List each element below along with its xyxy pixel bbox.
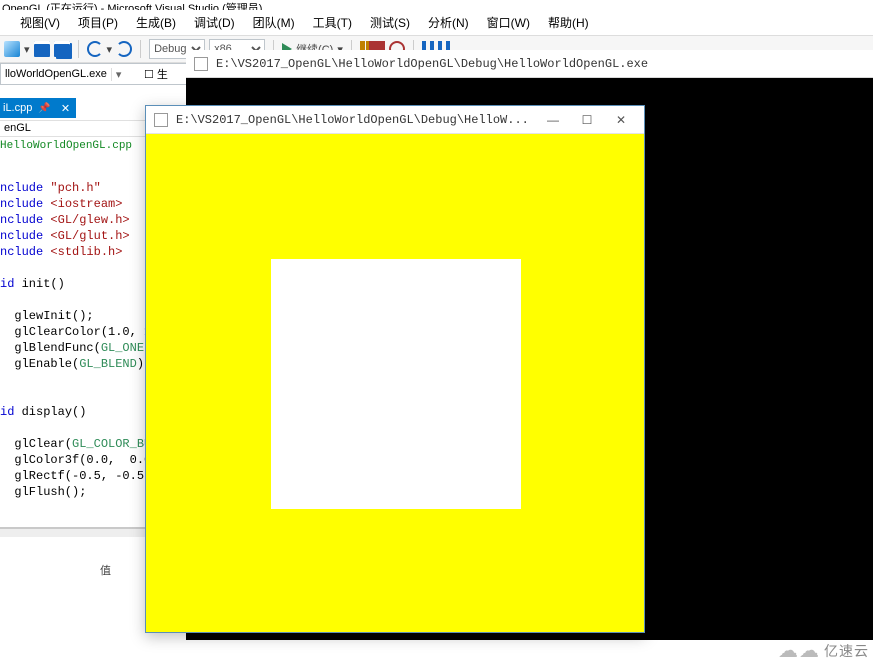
app-icon: [154, 113, 168, 127]
menu-help[interactable]: 帮助(H): [548, 14, 589, 35]
close-button[interactable]: ✕: [604, 109, 638, 131]
opengl-window[interactable]: E:\VS2017_OpenGL\HelloWorldOpenGL\Debug\…: [145, 105, 645, 633]
menubar: 视图(V) 项目(P) 生成(B) 调试(D) 团队(M) 工具(T) 测试(S…: [0, 10, 873, 35]
toolbar-separator: [140, 40, 141, 58]
pin-icon[interactable]: 📌: [38, 103, 50, 114]
opengl-canvas: [146, 134, 644, 632]
app-icon: [194, 57, 208, 71]
opengl-window-title: E:\VS2017_OpenGL\HelloWorldOpenGL\Debug\…: [176, 113, 536, 127]
chevron-down-icon[interactable]: ▾: [107, 43, 113, 56]
console-titlebar[interactable]: E:\VS2017_OpenGL\HelloWorldOpenGL\Debug\…: [186, 50, 873, 78]
process-combo-label: lloWorldOpenGL.exe: [1, 68, 111, 80]
chevron-down-icon[interactable]: ▾: [111, 68, 125, 81]
new-project-icon[interactable]: [4, 41, 20, 57]
rendered-rect: [271, 259, 521, 509]
menu-build[interactable]: 生成(B): [136, 14, 176, 35]
undo-icon[interactable]: [87, 41, 103, 57]
menu-analyze[interactable]: 分析(N): [428, 14, 469, 35]
menu-team[interactable]: 团队(M): [253, 14, 295, 35]
file-breadcrumb: HelloWorldOpenGL.cpp: [0, 140, 132, 152]
opengl-titlebar[interactable]: E:\VS2017_OpenGL\HelloWorldOpenGL\Debug\…: [146, 106, 644, 134]
cloud-icon: ☁☁: [778, 644, 820, 658]
menu-tools[interactable]: 工具(T): [313, 14, 352, 35]
minimize-button[interactable]: —: [536, 109, 570, 131]
save-icon[interactable]: [34, 41, 50, 57]
analyze-button[interactable]: ☐ 生: [144, 66, 168, 82]
console-title: E:\VS2017_OpenGL\HelloWorldOpenGL\Debug\…: [216, 57, 648, 71]
chevron-down-icon[interactable]: ▾: [24, 43, 30, 56]
document-tab[interactable]: iL.cpp 📌 ✕: [0, 98, 76, 118]
menu-view[interactable]: 视图(V): [20, 14, 60, 35]
watermark: ☁☁ 亿速云: [778, 641, 869, 661]
close-icon[interactable]: ✕: [61, 102, 70, 115]
maximize-button[interactable]: ☐: [570, 109, 604, 131]
document-tab-label: iL.cpp: [3, 102, 32, 114]
menu-test[interactable]: 测试(S): [370, 14, 410, 35]
menu-window[interactable]: 窗口(W): [487, 14, 530, 35]
ide-title: OpenGL (正在运行) - Microsoft Visual Studio …: [0, 0, 873, 10]
menu-debug[interactable]: 调试(D): [194, 14, 235, 35]
menu-project[interactable]: 项目(P): [78, 14, 118, 35]
redo-icon[interactable]: [116, 41, 132, 57]
toolbar-separator: [78, 40, 79, 58]
save-all-icon[interactable]: [54, 41, 70, 57]
